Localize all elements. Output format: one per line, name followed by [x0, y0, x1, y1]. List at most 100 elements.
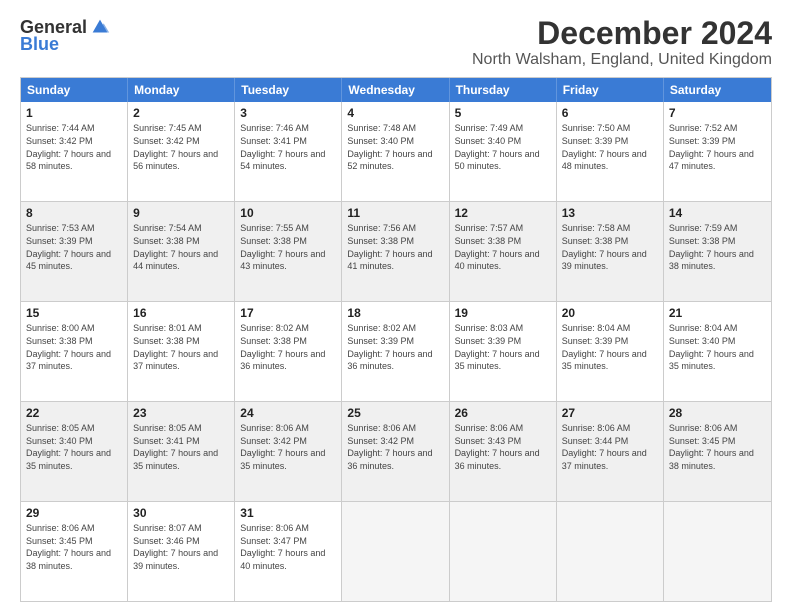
calendar-cell: 8Sunrise: 7:53 AMSunset: 3:39 PMDaylight…	[21, 202, 128, 301]
calendar-cell: 10Sunrise: 7:55 AMSunset: 3:38 PMDayligh…	[235, 202, 342, 301]
day-number: 23	[133, 405, 229, 421]
logo-icon	[89, 16, 111, 38]
cell-info: Sunrise: 7:49 AMSunset: 3:40 PMDaylight:…	[455, 122, 551, 172]
day-number: 4	[347, 105, 443, 121]
cell-info: Sunrise: 7:55 AMSunset: 3:38 PMDaylight:…	[240, 222, 336, 272]
logo: General Blue	[20, 16, 111, 55]
cell-info: Sunrise: 8:03 AMSunset: 3:39 PMDaylight:…	[455, 322, 551, 372]
cell-info: Sunrise: 8:02 AMSunset: 3:38 PMDaylight:…	[240, 322, 336, 372]
calendar-cell: 21Sunrise: 8:04 AMSunset: 3:40 PMDayligh…	[664, 302, 771, 401]
header-cell-monday: Monday	[128, 78, 235, 102]
day-number: 18	[347, 305, 443, 321]
calendar-cell: 19Sunrise: 8:03 AMSunset: 3:39 PMDayligh…	[450, 302, 557, 401]
calendar-cell: 29Sunrise: 8:06 AMSunset: 3:45 PMDayligh…	[21, 502, 128, 601]
day-number: 27	[562, 405, 658, 421]
calendar-cell: 12Sunrise: 7:57 AMSunset: 3:38 PMDayligh…	[450, 202, 557, 301]
cell-info: Sunrise: 8:06 AMSunset: 3:44 PMDaylight:…	[562, 422, 658, 472]
day-number: 19	[455, 305, 551, 321]
day-number: 5	[455, 105, 551, 121]
header-cell-wednesday: Wednesday	[342, 78, 449, 102]
cell-info: Sunrise: 8:06 AMSunset: 3:42 PMDaylight:…	[240, 422, 336, 472]
header-cell-thursday: Thursday	[450, 78, 557, 102]
cell-info: Sunrise: 7:54 AMSunset: 3:38 PMDaylight:…	[133, 222, 229, 272]
calendar-cell: 15Sunrise: 8:00 AMSunset: 3:38 PMDayligh…	[21, 302, 128, 401]
cell-info: Sunrise: 8:00 AMSunset: 3:38 PMDaylight:…	[26, 322, 122, 372]
day-number: 28	[669, 405, 766, 421]
day-number: 10	[240, 205, 336, 221]
calendar-cell: 4Sunrise: 7:48 AMSunset: 3:40 PMDaylight…	[342, 102, 449, 201]
cell-info: Sunrise: 7:48 AMSunset: 3:40 PMDaylight:…	[347, 122, 443, 172]
day-number: 14	[669, 205, 766, 221]
calendar-cell: 30Sunrise: 8:07 AMSunset: 3:46 PMDayligh…	[128, 502, 235, 601]
cell-info: Sunrise: 8:06 AMSunset: 3:45 PMDaylight:…	[26, 522, 122, 572]
day-number: 8	[26, 205, 122, 221]
header-cell-saturday: Saturday	[664, 78, 771, 102]
day-number: 2	[133, 105, 229, 121]
cell-info: Sunrise: 7:58 AMSunset: 3:38 PMDaylight:…	[562, 222, 658, 272]
cell-info: Sunrise: 8:06 AMSunset: 3:42 PMDaylight:…	[347, 422, 443, 472]
calendar-header: SundayMondayTuesdayWednesdayThursdayFrid…	[21, 78, 771, 102]
calendar-cell: 5Sunrise: 7:49 AMSunset: 3:40 PMDaylight…	[450, 102, 557, 201]
cell-info: Sunrise: 7:50 AMSunset: 3:39 PMDaylight:…	[562, 122, 658, 172]
day-number: 25	[347, 405, 443, 421]
day-number: 3	[240, 105, 336, 121]
logo-blue: Blue	[20, 34, 59, 55]
calendar-cell: 24Sunrise: 8:06 AMSunset: 3:42 PMDayligh…	[235, 402, 342, 501]
day-number: 31	[240, 505, 336, 521]
header: General Blue December 2024 North Walsham…	[20, 16, 772, 69]
cell-info: Sunrise: 7:53 AMSunset: 3:39 PMDaylight:…	[26, 222, 122, 272]
calendar-cell: 28Sunrise: 8:06 AMSunset: 3:45 PMDayligh…	[664, 402, 771, 501]
cell-info: Sunrise: 7:44 AMSunset: 3:42 PMDaylight:…	[26, 122, 122, 172]
header-cell-sunday: Sunday	[21, 78, 128, 102]
day-number: 24	[240, 405, 336, 421]
cell-info: Sunrise: 7:57 AMSunset: 3:38 PMDaylight:…	[455, 222, 551, 272]
calendar-cell: 7Sunrise: 7:52 AMSunset: 3:39 PMDaylight…	[664, 102, 771, 201]
calendar: SundayMondayTuesdayWednesdayThursdayFrid…	[20, 77, 772, 602]
day-number: 12	[455, 205, 551, 221]
calendar-cell: 1Sunrise: 7:44 AMSunset: 3:42 PMDaylight…	[21, 102, 128, 201]
cell-info: Sunrise: 7:46 AMSunset: 3:41 PMDaylight:…	[240, 122, 336, 172]
cell-info: Sunrise: 8:04 AMSunset: 3:40 PMDaylight:…	[669, 322, 766, 372]
cell-info: Sunrise: 8:06 AMSunset: 3:43 PMDaylight:…	[455, 422, 551, 472]
cell-info: Sunrise: 8:06 AMSunset: 3:47 PMDaylight:…	[240, 522, 336, 572]
cell-info: Sunrise: 8:06 AMSunset: 3:45 PMDaylight:…	[669, 422, 766, 472]
calendar-cell: 26Sunrise: 8:06 AMSunset: 3:43 PMDayligh…	[450, 402, 557, 501]
cell-info: Sunrise: 8:05 AMSunset: 3:41 PMDaylight:…	[133, 422, 229, 472]
calendar-cell: 18Sunrise: 8:02 AMSunset: 3:39 PMDayligh…	[342, 302, 449, 401]
calendar-subtitle: North Walsham, England, United Kingdom	[472, 51, 772, 69]
calendar-cell: 6Sunrise: 7:50 AMSunset: 3:39 PMDaylight…	[557, 102, 664, 201]
calendar-cell: 23Sunrise: 8:05 AMSunset: 3:41 PMDayligh…	[128, 402, 235, 501]
day-number: 21	[669, 305, 766, 321]
day-number: 13	[562, 205, 658, 221]
day-number: 7	[669, 105, 766, 121]
day-number: 22	[26, 405, 122, 421]
calendar-cell	[450, 502, 557, 601]
cell-info: Sunrise: 8:02 AMSunset: 3:39 PMDaylight:…	[347, 322, 443, 372]
calendar-cell: 11Sunrise: 7:56 AMSunset: 3:38 PMDayligh…	[342, 202, 449, 301]
calendar-row-2: 8Sunrise: 7:53 AMSunset: 3:39 PMDaylight…	[21, 201, 771, 301]
day-number: 15	[26, 305, 122, 321]
day-number: 9	[133, 205, 229, 221]
cell-info: Sunrise: 8:01 AMSunset: 3:38 PMDaylight:…	[133, 322, 229, 372]
calendar-row-5: 29Sunrise: 8:06 AMSunset: 3:45 PMDayligh…	[21, 501, 771, 601]
calendar-row-4: 22Sunrise: 8:05 AMSunset: 3:40 PMDayligh…	[21, 401, 771, 501]
calendar-cell: 14Sunrise: 7:59 AMSunset: 3:38 PMDayligh…	[664, 202, 771, 301]
cell-info: Sunrise: 8:05 AMSunset: 3:40 PMDaylight:…	[26, 422, 122, 472]
calendar-row-1: 1Sunrise: 7:44 AMSunset: 3:42 PMDaylight…	[21, 102, 771, 201]
cell-info: Sunrise: 8:04 AMSunset: 3:39 PMDaylight:…	[562, 322, 658, 372]
day-number: 11	[347, 205, 443, 221]
page: General Blue December 2024 North Walsham…	[0, 0, 792, 612]
cell-info: Sunrise: 8:07 AMSunset: 3:46 PMDaylight:…	[133, 522, 229, 572]
header-cell-friday: Friday	[557, 78, 664, 102]
calendar-cell: 27Sunrise: 8:06 AMSunset: 3:44 PMDayligh…	[557, 402, 664, 501]
calendar-cell: 16Sunrise: 8:01 AMSunset: 3:38 PMDayligh…	[128, 302, 235, 401]
calendar-cell: 22Sunrise: 8:05 AMSunset: 3:40 PMDayligh…	[21, 402, 128, 501]
calendar-cell	[664, 502, 771, 601]
day-number: 29	[26, 505, 122, 521]
cell-info: Sunrise: 7:56 AMSunset: 3:38 PMDaylight:…	[347, 222, 443, 272]
day-number: 1	[26, 105, 122, 121]
calendar-cell: 25Sunrise: 8:06 AMSunset: 3:42 PMDayligh…	[342, 402, 449, 501]
day-number: 16	[133, 305, 229, 321]
cell-info: Sunrise: 7:59 AMSunset: 3:38 PMDaylight:…	[669, 222, 766, 272]
calendar-cell	[557, 502, 664, 601]
